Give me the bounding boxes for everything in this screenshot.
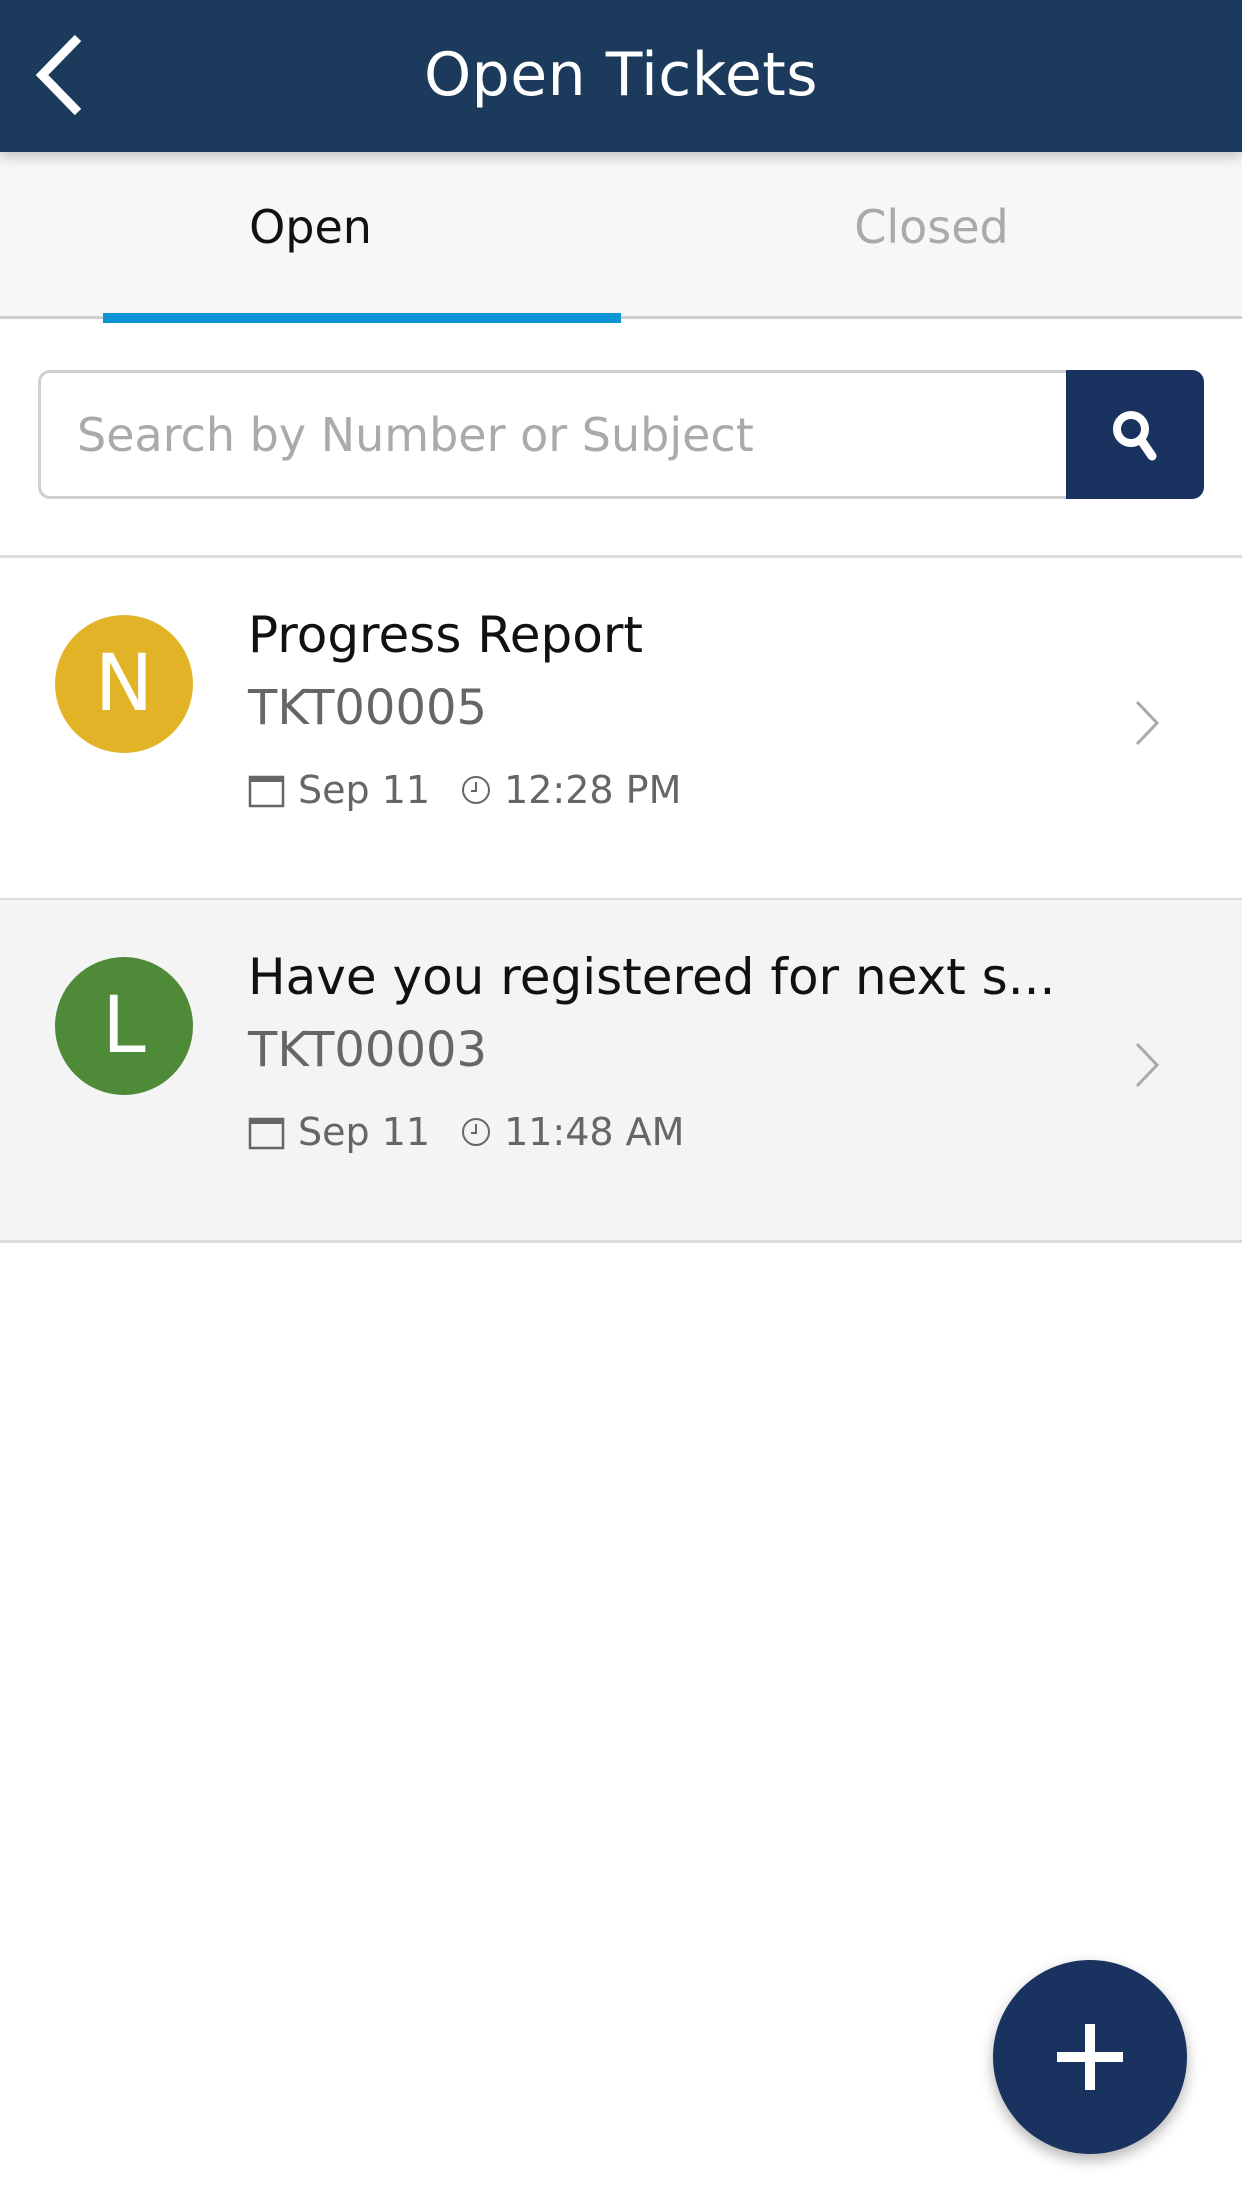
avatar: L	[55, 957, 193, 1095]
ticket-meta: Sep 11 11:48 AM	[248, 1110, 684, 1154]
ticket-subject: Have you registered for next s...	[248, 948, 1056, 1006]
calendar-icon	[248, 1117, 285, 1150]
calendar-icon	[248, 775, 285, 808]
ticket-row[interactable]: L Have you registered for next s... TKT0…	[0, 900, 1242, 1243]
ticket-meta: Sep 11 12:28 PM	[248, 768, 681, 812]
search-bar	[38, 370, 1204, 499]
avatar: N	[55, 615, 193, 753]
clock-icon	[462, 1118, 491, 1146]
search-icon	[1113, 410, 1157, 460]
app-header: Open Tickets	[0, 0, 1242, 152]
page-title: Open Tickets	[423, 40, 819, 110]
tab-open[interactable]: Open	[0, 152, 621, 316]
add-ticket-button[interactable]	[993, 1960, 1187, 2154]
ticket-date: Sep 11	[298, 1110, 431, 1154]
ticket-subject: Progress Report	[248, 606, 644, 664]
ticket-time: 12:28 PM	[504, 768, 682, 812]
ticket-time: 11:48 AM	[504, 1110, 685, 1154]
ticket-number: TKT00005	[248, 680, 488, 736]
ticket-date: Sep 11	[298, 768, 431, 812]
chevron-right-icon	[1135, 1042, 1160, 1088]
ticket-row[interactable]: N Progress Report TKT00005 Sep 11 12:28 …	[0, 558, 1242, 901]
ticket-number: TKT00003	[248, 1022, 488, 1078]
plus-icon	[1057, 2024, 1123, 2090]
tab-bar: Open Closed	[0, 152, 1242, 319]
active-tab-indicator	[103, 313, 621, 323]
search-button[interactable]	[1066, 370, 1204, 499]
search-input[interactable]	[38, 370, 1066, 499]
clock-icon	[462, 776, 491, 804]
tab-closed[interactable]: Closed	[621, 152, 1242, 316]
chevron-right-icon	[1135, 700, 1160, 746]
